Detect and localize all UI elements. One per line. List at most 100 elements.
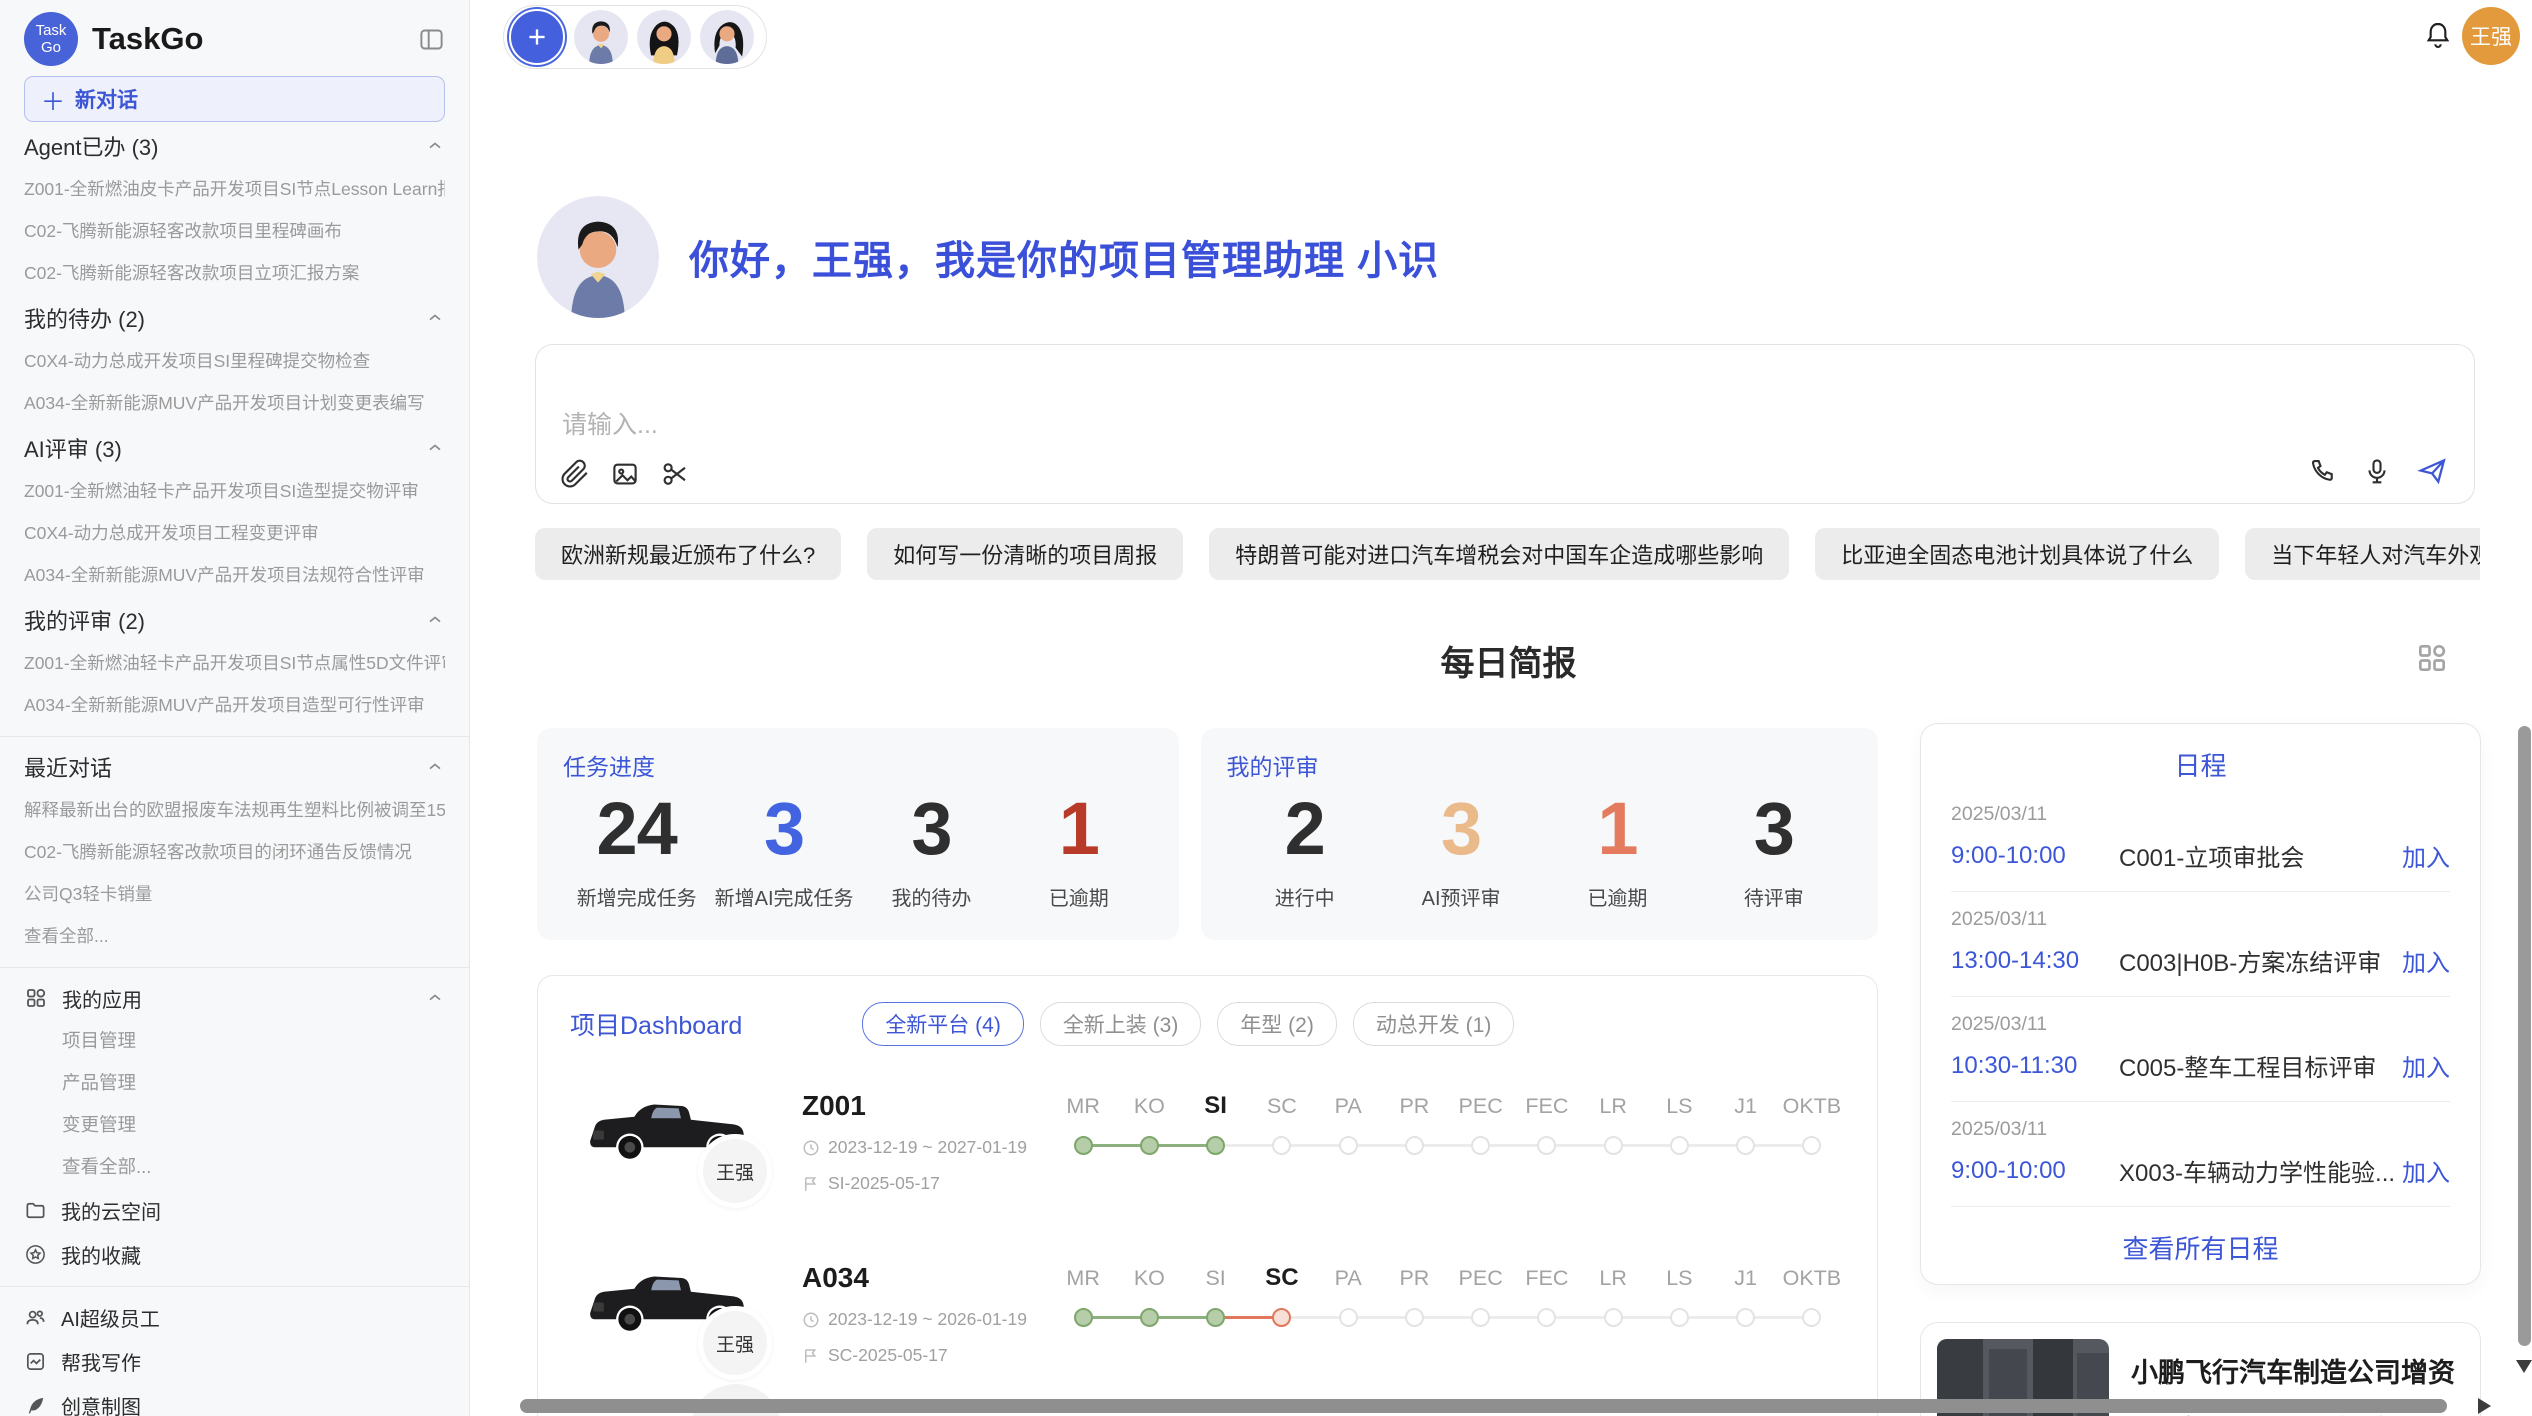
app-item[interactable]: 项目管理 xyxy=(24,1020,445,1062)
schedule-join-link[interactable]: 加入 xyxy=(2402,1153,2450,1188)
app-item[interactable]: 变更管理 xyxy=(24,1104,445,1146)
dashboard-filter[interactable]: 动总开发 (1) xyxy=(1353,1002,1515,1046)
milestone-dot[interactable] xyxy=(1074,1136,1093,1155)
schedule-view-all-link[interactable]: 查看所有日程 xyxy=(1951,1229,2450,1266)
scroll-right-arrow-icon[interactable] xyxy=(2478,1398,2491,1414)
send-icon[interactable] xyxy=(2416,455,2448,487)
suggestion-chip[interactable]: 当下年轻人对汽车外观有怎样的喜好趋势 xyxy=(2245,528,2480,580)
milestone-dot[interactable] xyxy=(1140,1136,1159,1155)
milestone-dot[interactable] xyxy=(1537,1308,1556,1327)
sidebar-item[interactable]: Z001-全新燃油轻卡产品开发项目SI节点属性5D文件评审 xyxy=(24,642,445,684)
sidebar-item[interactable]: A034-全新新能源MUV产品开发项目法规符合性评审 xyxy=(24,554,445,596)
suggestion-chip[interactable]: 如何写一份清晰的项目周报 xyxy=(867,528,1183,580)
sidebar-item-help-write[interactable]: 帮我写作 xyxy=(24,1339,445,1383)
milestone-dot[interactable] xyxy=(1074,1308,1093,1327)
milestone-dot[interactable] xyxy=(1802,1308,1821,1327)
app-item[interactable]: 产品管理 xyxy=(24,1062,445,1104)
milestone-dot[interactable] xyxy=(1140,1308,1159,1327)
schedule-row: 9:00-10:00X003-车辆动力学性能验...加入 xyxy=(1951,1153,2450,1188)
milestone-dot[interactable] xyxy=(1604,1136,1623,1155)
plus-icon: ＋ xyxy=(41,82,65,117)
notifications-bell-icon[interactable] xyxy=(2422,20,2454,52)
dashboard-filter[interactable]: 年型 (2) xyxy=(1217,1002,1337,1046)
agent-avatar[interactable] xyxy=(637,10,691,64)
milestone-dot[interactable] xyxy=(1206,1308,1225,1327)
schedule-join-link[interactable]: 加入 xyxy=(2402,1048,2450,1083)
suggestion-chip[interactable]: 欧洲新规最近颁布了什么? xyxy=(535,528,841,580)
stat-value: 1 xyxy=(1005,790,1152,868)
sidebar-item[interactable]: Z001-全新燃油皮卡产品开发项目SI节点Lesson Learn报告 xyxy=(24,168,445,210)
sidebar-item[interactable]: C0X4-动力总成开发项目工程变更评审 xyxy=(24,512,445,554)
milestone-dot[interactable] xyxy=(1272,1308,1291,1327)
agent-avatar[interactable] xyxy=(700,10,754,64)
milestone-dot[interactable] xyxy=(1471,1136,1490,1155)
horizontal-scrollbar[interactable] xyxy=(520,1399,2447,1413)
divider xyxy=(0,736,469,737)
sidebar-section-header[interactable]: Agent已办 (3) xyxy=(24,124,445,168)
milestone-dot-cell xyxy=(1315,1296,1381,1338)
ai-staff-label: AI超级员工 xyxy=(61,1303,160,1332)
microphone-icon[interactable] xyxy=(2362,456,2392,486)
scissors-icon[interactable] xyxy=(660,459,690,489)
milestone-dot[interactable] xyxy=(1339,1136,1358,1155)
schedule-join-link[interactable]: 加入 xyxy=(2402,838,2450,873)
sidebar-item-my-apps[interactable]: 我的应用 xyxy=(24,976,445,1020)
recent-view-all[interactable]: 查看全部... xyxy=(24,915,445,957)
add-agent-button[interactable] xyxy=(509,9,565,65)
milestone-dot[interactable] xyxy=(1802,1136,1821,1155)
recent-section-header[interactable]: 最近对话 xyxy=(24,745,445,789)
user-avatar[interactable]: 王强 xyxy=(2462,7,2520,65)
vertical-scrollbar[interactable] xyxy=(2518,726,2531,1346)
sidebar-section-header[interactable]: 我的待办 (2) xyxy=(24,296,445,340)
stat-label: AI预评审 xyxy=(1383,882,1539,911)
chat-input[interactable] xyxy=(560,403,2064,447)
sidebar-item-cloud-space[interactable]: 我的云空间 xyxy=(24,1188,445,1232)
project-next-milestone: SI-2025-05-17 xyxy=(802,1173,1050,1194)
recent-conversation-item[interactable]: 公司Q3轻卡销量 xyxy=(24,873,445,915)
sidebar-item-favorites[interactable]: 我的收藏 xyxy=(24,1232,445,1276)
scroll-down-arrow-icon[interactable] xyxy=(2516,1360,2532,1373)
sidebar-item-creative-draw[interactable]: 创意制图 xyxy=(24,1383,445,1416)
milestone-dot[interactable] xyxy=(1272,1136,1291,1155)
milestone-dot[interactable] xyxy=(1537,1136,1556,1155)
milestone-dot[interactable] xyxy=(1405,1308,1424,1327)
new-chat-button[interactable]: ＋ 新对话 xyxy=(24,76,445,122)
schedule-row: 13:00-14:30C003|H0B-方案冻结评审加入 xyxy=(1951,943,2450,978)
app-item[interactable]: 查看全部... xyxy=(24,1146,445,1188)
sidebar-item-ai-staff[interactable]: AI超级员工 xyxy=(24,1295,445,1339)
milestone-dot[interactable] xyxy=(1604,1308,1623,1327)
phone-icon[interactable] xyxy=(2308,456,2338,486)
sidebar-item[interactable]: C02-飞腾新能源轻客改款项目里程碑画布 xyxy=(24,210,445,252)
project-owner-badge: 王强 xyxy=(698,1306,772,1380)
sidebar-item[interactable]: C02-飞腾新能源轻客改款项目立项汇报方案 xyxy=(24,252,445,294)
schedule-time: 13:00-14:30 xyxy=(1951,947,2119,975)
milestone-dot[interactable] xyxy=(1405,1136,1424,1155)
milestone-dot[interactable] xyxy=(1670,1136,1689,1155)
dashboard-filter[interactable]: 全新平台 (4) xyxy=(862,1002,1024,1046)
schedule-card: 日程 2025/03/119:00-10:00C001-立项审批会加入2025/… xyxy=(1920,723,2481,1285)
recent-conversation-item[interactable]: C02-飞腾新能源轻客改款项目的闭环通告反馈情况 xyxy=(24,831,445,873)
schedule-join-link[interactable]: 加入 xyxy=(2402,943,2450,978)
sidebar-item[interactable]: A034-全新新能源MUV产品开发项目计划变更表编写 xyxy=(24,382,445,424)
collapse-sidebar-icon[interactable] xyxy=(418,26,445,53)
milestone-dot[interactable] xyxy=(1471,1308,1490,1327)
agent-avatar[interactable] xyxy=(574,10,628,64)
layout-grid-icon[interactable] xyxy=(2412,638,2452,678)
suggestion-chip[interactable]: 特朗普可能对进口汽车增税会对中国车企造成哪些影响 xyxy=(1209,528,1789,580)
dashboard-filter[interactable]: 全新上装 (3) xyxy=(1040,1002,1202,1046)
milestone-dot[interactable] xyxy=(1670,1308,1689,1327)
milestone-dot[interactable] xyxy=(1736,1136,1755,1155)
image-icon[interactable] xyxy=(610,459,640,489)
suggestion-chip[interactable]: 比亚迪全固态电池计划具体说了什么 xyxy=(1815,528,2219,580)
attachment-icon[interactable] xyxy=(560,459,590,489)
sidebar-item[interactable]: C0X4-动力总成开发项目SI里程碑提交物检查 xyxy=(24,340,445,382)
milestone-dot[interactable] xyxy=(1339,1308,1358,1327)
sidebar-item[interactable]: Z001-全新燃油轻卡产品开发项目SI造型提交物评审 xyxy=(24,470,445,512)
sidebar-item[interactable]: A034-全新新能源MUV产品开发项目造型可行性评审 xyxy=(24,684,445,726)
project-car: 王强 xyxy=(570,1258,802,1390)
recent-conversation-item[interactable]: 解释最新出台的欧盟报废车法规再生塑料比例被调至15%... xyxy=(24,789,445,831)
sidebar-section-header[interactable]: AI评审 (3) xyxy=(24,426,445,470)
milestone-dot[interactable] xyxy=(1206,1136,1225,1155)
sidebar-section-header[interactable]: 我的评审 (2) xyxy=(24,598,445,642)
milestone-dot[interactable] xyxy=(1736,1308,1755,1327)
